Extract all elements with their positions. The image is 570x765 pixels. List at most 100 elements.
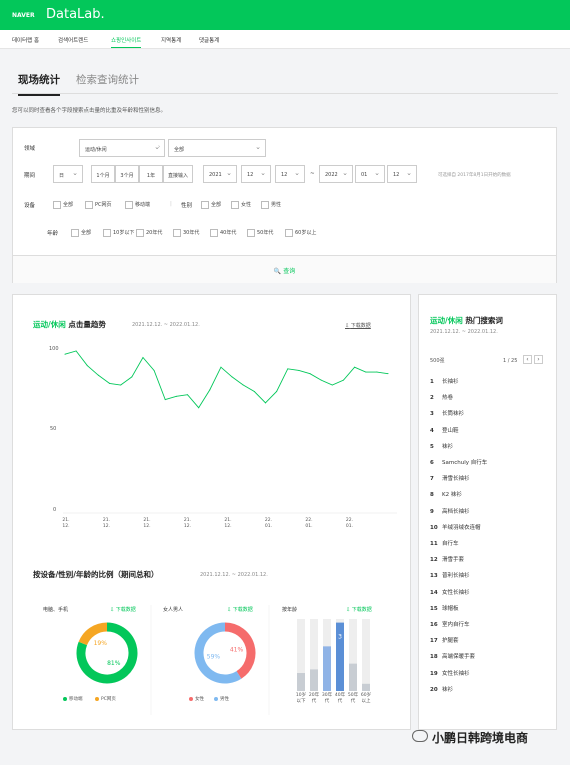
start-day-select[interactable]: 12: [275, 165, 305, 183]
gender-legend-male: 男性: [214, 696, 229, 702]
device-mobile-checkbox[interactable]: 移动端: [125, 201, 150, 209]
age-label: 年龄: [47, 231, 59, 237]
period-1year-button[interactable]: 1年: [139, 165, 163, 183]
ranking-page: 1 / 25: [503, 358, 518, 364]
period-custom-button[interactable]: 直接输入: [163, 165, 193, 183]
age-50s-checkbox[interactable]: 50年代: [247, 229, 273, 237]
ranking-number: 4: [430, 427, 434, 434]
ranking-keyword: 高档长袖衫: [442, 508, 470, 515]
age-bar-track: [362, 619, 370, 691]
ranking-item[interactable]: 15 球帽板: [430, 604, 459, 612]
nav-item-shopping-insight[interactable]: 쇼핑인사이트: [111, 36, 142, 48]
period-unit-select[interactable]: 日: [53, 165, 83, 183]
period-3month-button[interactable]: 3个月: [115, 165, 139, 183]
ranking-keyword: Samchuly 自行车: [442, 460, 488, 466]
ranking-item[interactable]: 20 袜衫: [430, 685, 453, 693]
tab-field-stats[interactable]: 现场统计: [18, 72, 60, 96]
trend-point: [253, 391, 255, 392]
category-select-1[interactable]: 运动/休闲: [79, 139, 165, 157]
ranking-item[interactable]: 10 羊绒羽绒衣连帽: [430, 523, 481, 531]
ranking-item[interactable]: 2 热卷: [430, 393, 453, 401]
end-year-select[interactable]: 2022: [319, 165, 353, 183]
age-30s-checkbox[interactable]: 30年代: [173, 229, 199, 237]
x-tick-label: 21. 12.: [224, 518, 232, 529]
ranking-item[interactable]: 19 女性长袖衫: [430, 669, 470, 677]
x-tick-label: 22. 01.: [264, 518, 273, 529]
donut-label: 59%: [207, 653, 221, 660]
trend-point: [376, 371, 378, 373]
trend-point: [387, 373, 389, 375]
nav-item-search-trend[interactable]: 검색어트렌드: [58, 36, 88, 44]
age-tick-label: 60岁 以上: [360, 693, 372, 704]
category-select-2[interactable]: 全部: [168, 139, 266, 157]
ranking-keyword: 长袖衫: [442, 379, 459, 385]
ranking-number: 19: [430, 670, 438, 677]
x-tick-label: 21. 12.: [143, 518, 151, 529]
age-bar-chart: 3: [297, 619, 370, 691]
device-legend-pc: PC网页: [95, 696, 116, 702]
ranking-item[interactable]: 1 长袖衫: [430, 377, 459, 385]
end-month-select[interactable]: 01: [355, 165, 385, 183]
gender-donut: 41% 59%: [194, 622, 256, 684]
datalab-brand[interactable]: DataLab.: [46, 7, 105, 22]
device-pc-checkbox[interactable]: PC网页: [85, 201, 112, 209]
ranking-number: 9: [430, 508, 434, 515]
age-20s-checkbox[interactable]: 20年代: [136, 229, 162, 237]
age-40s-checkbox[interactable]: 40年代: [210, 229, 236, 237]
trend-point: [131, 376, 133, 378]
trend-point: [320, 379, 322, 381]
ranking-item[interactable]: 3 长筒袜衫: [430, 409, 464, 417]
prev-page-button[interactable]: ‹: [523, 355, 532, 364]
ranking-item[interactable]: 16 室内自行车: [430, 620, 470, 628]
gender-legend-female: 女性: [189, 696, 204, 702]
trend-point: [175, 395, 177, 397]
age-60s-checkbox[interactable]: 60岁以上: [285, 229, 316, 237]
ranking-item[interactable]: 8 K2 袜衫: [430, 490, 462, 498]
age-tick-label: 30年代: [321, 693, 333, 704]
ranking-item[interactable]: 4 登山鞋: [430, 426, 459, 434]
ratio-date: 2021.12.12. ~ 2022.01.12.: [200, 572, 268, 578]
ranking-keyword: 女性长袖衫: [442, 670, 470, 677]
wechat-icon: [412, 730, 428, 742]
device-all-checkbox[interactable]: 全部: [53, 201, 73, 209]
age-all-checkbox[interactable]: 全部: [71, 229, 91, 237]
search-button[interactable]: 🔍 查询: [13, 255, 556, 283]
search-label: 查询: [283, 268, 296, 275]
trend-point: [331, 384, 333, 386]
ranking-number: 17: [430, 638, 438, 645]
x-tick-label: 21. 12.: [102, 518, 111, 529]
ranking-item[interactable]: 18 高端保暖手套: [430, 652, 475, 660]
gender-male-checkbox[interactable]: 男性: [261, 201, 281, 209]
ranking-item[interactable]: 11 自行车: [430, 539, 459, 547]
x-tick-label: 21. 12.: [62, 518, 70, 529]
ranking-item[interactable]: 14 女性长袖衫: [430, 588, 470, 596]
tab-keyword-stats[interactable]: 检索查询统计: [76, 72, 139, 87]
ranking-item[interactable]: 5 袜衫: [430, 442, 453, 450]
ranking-item[interactable]: 17 护腿套: [430, 636, 459, 644]
nav-item-home[interactable]: 데이터랩 홈: [12, 36, 39, 44]
start-month-select[interactable]: 12: [241, 165, 271, 183]
ranking-item[interactable]: 12 滑雪手套: [430, 555, 464, 563]
ranking-item[interactable]: 7 滑雪长袖衫: [430, 474, 470, 482]
period-label: 期间: [24, 173, 36, 179]
ranking-item[interactable]: 6 Samchuly 自行车: [430, 458, 487, 466]
x-tick-label: 22. 01.: [345, 518, 354, 529]
end-day-select[interactable]: 12: [387, 165, 417, 183]
ranking-item[interactable]: 9 高档长袖衫: [430, 507, 470, 515]
gender-all-checkbox[interactable]: 全部: [201, 201, 221, 209]
ranking-item[interactable]: 13 普利长袖衫: [430, 571, 470, 579]
nav-item-regional[interactable]: 지역통계: [161, 36, 181, 44]
trend-line: [64, 350, 389, 409]
period-1month-button[interactable]: 1个月: [91, 165, 115, 183]
trend-point: [153, 369, 155, 371]
age-10s-checkbox[interactable]: 10岁以下: [103, 229, 134, 237]
ranking-keyword: 护腿套: [442, 638, 459, 645]
nav-item-comments[interactable]: 댓글통계: [199, 36, 219, 44]
trend-point: [264, 402, 266, 404]
filter-panel: 领域 运动/休闲 › 全部 期间 日 1个月 3个月 1年 直接输入 2021 …: [12, 127, 557, 283]
naver-logo[interactable]: NAVER: [12, 12, 35, 19]
next-page-button[interactable]: ›: [534, 355, 543, 364]
start-year-select[interactable]: 2021: [203, 165, 237, 183]
gender-female-checkbox[interactable]: 女性: [231, 201, 251, 209]
age-tick-label: 50年代: [347, 693, 359, 704]
